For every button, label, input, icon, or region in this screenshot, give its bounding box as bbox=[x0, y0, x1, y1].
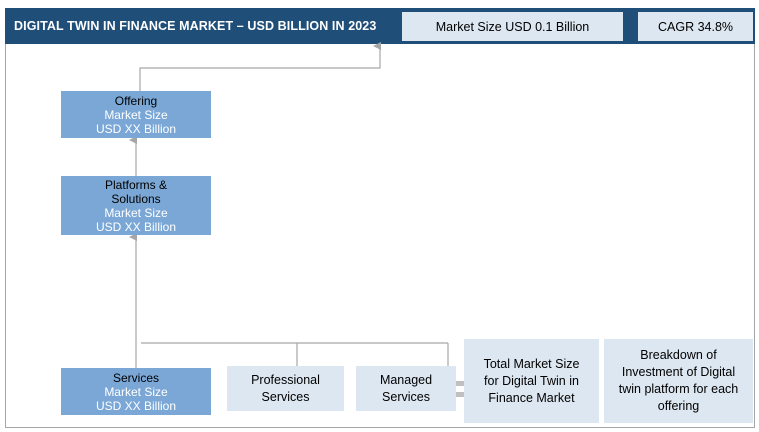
node-services: Services Market Size USD XX Billion bbox=[61, 368, 211, 415]
node-total-market-size: Total Market Size for Digital Twin in Fi… bbox=[464, 339, 599, 423]
node-platforms-size-label: Market Size bbox=[104, 205, 168, 220]
node-services-size-label: Market Size bbox=[104, 384, 168, 399]
node-total-name: Total Market Size for Digital Twin in Fi… bbox=[483, 356, 580, 405]
node-platforms-name: Platforms & Solutions bbox=[104, 177, 167, 206]
node-managed-services: Managed Services bbox=[356, 366, 456, 411]
node-offering-size-label: Market Size bbox=[104, 107, 168, 122]
node-platforms-size-value: USD XX Billion bbox=[95, 219, 177, 234]
node-breakdown-name: Breakdown of Investment of Digital twin … bbox=[618, 348, 739, 413]
node-professional-services: Professional Services bbox=[227, 366, 344, 411]
node-services-name: Services bbox=[112, 370, 159, 385]
node-offering-name: Offering bbox=[114, 93, 158, 108]
node-platforms-solutions: Platforms & Solutions Market Size USD XX… bbox=[61, 176, 211, 235]
node-services-size-value: USD XX Billion bbox=[95, 398, 177, 413]
connector-offering-to-header bbox=[139, 42, 381, 91]
node-professional-name: Professional Services bbox=[251, 372, 320, 404]
node-offering: Offering Market Size USD XX Billion bbox=[61, 91, 211, 138]
node-breakdown-investment: Breakdown of Investment of Digital twin … bbox=[604, 339, 753, 423]
node-offering-size-value: USD XX Billion bbox=[95, 121, 177, 136]
node-managed-name: Managed Services bbox=[379, 372, 433, 404]
